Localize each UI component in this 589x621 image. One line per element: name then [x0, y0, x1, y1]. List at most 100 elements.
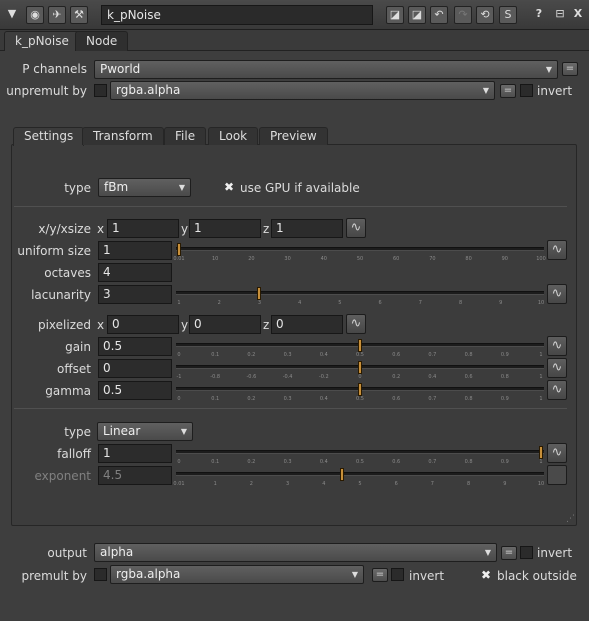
slider-tick-label: 9	[499, 300, 503, 306]
lacunarity-animation-icon[interactable]: ∿	[547, 284, 567, 304]
slider-tick-label: 10	[537, 481, 545, 487]
slider-track[interactable]	[176, 450, 544, 454]
p-channels-link-button[interactable]: =	[562, 62, 578, 76]
slider-tick-label: 0.5	[356, 352, 364, 358]
output-invert-checkbox[interactable]	[520, 546, 533, 559]
falloff-animation-icon[interactable]: ∿	[547, 443, 567, 463]
slider-tick-label: 0.8	[500, 374, 509, 380]
close-button[interactable]: X	[569, 6, 587, 24]
resize-grip-icon[interactable]: ⋰	[566, 514, 576, 524]
zsize-input[interactable]: 1	[271, 219, 343, 238]
slider-handle[interactable]	[177, 243, 181, 256]
output-dropdown[interactable]: alpha ▼	[94, 543, 497, 562]
float-panel-icon[interactable]: ⊟	[551, 6, 569, 24]
unpremult-dropdown[interactable]: rgba.alpha ▼	[110, 81, 495, 100]
tab-node[interactable]: Node	[75, 31, 129, 51]
offset-slider[interactable]: -1 -0.8 -0.6 -0.4 -0.2 0 0.2 0.4 0.6 0.8 1	[176, 361, 544, 380]
uniform-size-input[interactable]: 1	[98, 241, 172, 260]
slider-tick-label: 0.3	[283, 352, 292, 358]
tab-look[interactable]: Look	[208, 127, 259, 145]
lacunarity-slider[interactable]: 1 2 3 4 5 6 7 8 9 10	[176, 287, 544, 306]
help-button[interactable]: ?	[530, 6, 548, 24]
tab-transform[interactable]: Transform	[82, 127, 164, 145]
falloff-type-dropdown[interactable]: Linear ▼	[97, 422, 193, 441]
exponent-input[interactable]: 4.5	[98, 466, 172, 485]
tab-preview[interactable]: Preview	[259, 127, 328, 145]
slider-tick-label: 0.8	[464, 459, 473, 465]
octaves-input[interactable]: 4	[98, 263, 172, 282]
slider-handle[interactable]	[358, 383, 362, 396]
pixelized-y-input[interactable]: 0	[189, 315, 261, 334]
noise-type-dropdown[interactable]: fBm ▼	[98, 178, 191, 197]
slider-handle[interactable]	[257, 287, 262, 300]
slider-handle[interactable]	[339, 468, 344, 481]
premult-link-button[interactable]: =	[372, 568, 388, 582]
slider-track[interactable]	[176, 291, 544, 295]
unpremult-checkbox[interactable]	[94, 84, 107, 97]
premult-invert-checkbox[interactable]	[391, 568, 404, 581]
offset-animation-icon[interactable]: ∿	[547, 358, 567, 378]
center-node-icon[interactable]: ✈	[48, 6, 66, 24]
unpremult-link-button[interactable]: =	[500, 84, 516, 98]
slider-tick-label: 1	[539, 352, 543, 358]
gain-slider[interactable]: 0 0.1 0.2 0.3 0.4 0.5 0.6 0.7 0.8 0.9 1	[176, 339, 544, 358]
slider-tick-label: 0	[358, 374, 362, 380]
tab-k-pnoise[interactable]: k_pNoise	[4, 31, 80, 51]
xyz-size-animation-icon[interactable]: ∿	[346, 218, 366, 238]
node-name-field[interactable]: k_pNoise	[101, 5, 373, 25]
p-channels-dropdown[interactable]: Pworld ▼	[94, 60, 558, 79]
unpremult-invert-checkbox[interactable]	[520, 84, 533, 97]
undo-icon[interactable]: ↶	[430, 6, 448, 24]
use-gpu-checkbox[interactable]: ✖	[222, 180, 236, 194]
tab-settings[interactable]: Settings	[13, 127, 85, 146]
premult-dropdown[interactable]: rgba.alpha ▼	[110, 565, 364, 584]
falloff-slider[interactable]: 0 0.1 0.2 0.3 0.4 0.5 0.6 0.7 0.8 0.9 1	[176, 446, 544, 465]
pix-y-axis-label: y	[181, 318, 189, 332]
wrench-icon[interactable]: ⚒	[70, 6, 88, 24]
output-link-button[interactable]: =	[501, 546, 517, 560]
exponent-slider[interactable]: 0.01 1 2 3 4 5 6 7 8 9 10	[173, 468, 545, 487]
lacunarity-input[interactable]: 3	[98, 285, 172, 304]
gain-input[interactable]: 0.5	[98, 337, 172, 356]
ysize-input[interactable]: 1	[189, 219, 261, 238]
slider-tick-label: 0.5	[356, 459, 364, 465]
gamma-input[interactable]: 0.5	[98, 381, 172, 400]
slider-tick-label: 7	[418, 300, 422, 306]
falloff-input[interactable]: 1	[98, 444, 172, 463]
pixelized-x-input[interactable]: 0	[107, 315, 179, 334]
collapse-triangle-icon[interactable]: ▼	[3, 6, 21, 24]
viewer-toggle-icon[interactable]: ◉	[26, 6, 44, 24]
slider-handle[interactable]	[539, 446, 543, 459]
slider-tick-label: 1	[539, 374, 543, 380]
gamma-animation-icon[interactable]: ∿	[547, 380, 567, 400]
gamma-slider[interactable]: 0 0.1 0.2 0.3 0.4 0.5 0.6 0.7 0.8 0.9 1	[176, 383, 544, 402]
noise-type-value: fBm	[104, 180, 129, 194]
slider-tick-label: 0.7	[428, 396, 437, 402]
offset-label: offset	[57, 362, 91, 376]
xsize-input[interactable]: 1	[107, 219, 179, 238]
tab-file[interactable]: File	[164, 127, 207, 145]
slider-track[interactable]	[176, 247, 544, 251]
uniform-size-animation-icon[interactable]: ∿	[547, 240, 567, 260]
s-button[interactable]: S	[499, 6, 517, 24]
exponent-label: exponent	[34, 469, 91, 483]
slider-handle[interactable]	[358, 361, 362, 374]
exponent-animation-button[interactable]	[547, 465, 567, 485]
revert-icon[interactable]: ⟲	[476, 6, 494, 24]
pixelized-z-input[interactable]: 0	[271, 315, 343, 334]
color-swatch-b-icon[interactable]: ◪	[408, 6, 426, 24]
premult-checkbox[interactable]	[94, 568, 107, 581]
black-outside-checkbox[interactable]: ✖	[479, 568, 493, 582]
slider-tick-label: 50	[356, 256, 364, 262]
pix-z-axis-label: z	[263, 318, 270, 332]
slider-handle[interactable]	[358, 339, 362, 352]
gain-animation-icon[interactable]: ∿	[547, 336, 567, 356]
uniform-size-slider[interactable]: 0.01 10 20 30 40 50 60 70 80 90 100	[173, 243, 546, 262]
offset-input[interactable]: 0	[98, 359, 172, 378]
pixelized-animation-icon[interactable]: ∿	[346, 314, 366, 334]
type-label: type	[64, 181, 91, 195]
color-swatch-a-icon[interactable]: ◪	[386, 6, 404, 24]
redo-icon[interactable]: ↷	[454, 6, 472, 24]
slider-track[interactable]	[176, 472, 544, 476]
falloff-type-label: type	[64, 425, 91, 439]
